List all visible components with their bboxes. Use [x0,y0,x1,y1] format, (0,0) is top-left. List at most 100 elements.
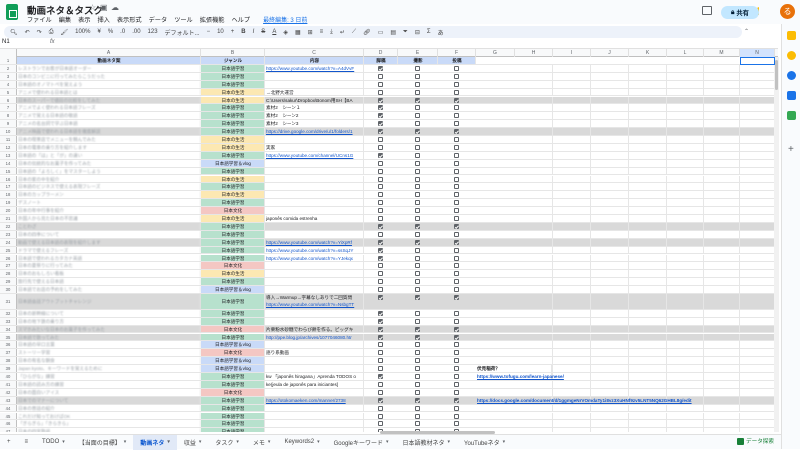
empty-cell[interactable] [629,175,667,183]
column-header-c[interactable]: C [265,49,364,57]
row-number[interactable]: 44 [0,404,17,412]
script-checkbox[interactable] [378,200,383,206]
row-number[interactable]: 3 [0,72,17,80]
video-idea-cell[interactable]: 「ひらがな」練習 [17,373,201,380]
video-idea-cell[interactable]: 日本の有名な朝食 [17,357,201,365]
video-idea-cell[interactable]: ストーリー学習 [17,349,201,357]
filming-checkbox[interactable] [415,421,420,427]
collapse-toolbar-icon[interactable]: ⌃ [744,28,749,35]
filming-checkbox[interactable] [415,97,420,103]
genre-cell[interactable]: 日本文化 [201,262,265,270]
content-cell[interactable] [265,262,364,270]
sheet-tab[interactable]: Keywords2 ▾ [277,435,326,450]
empty-cell[interactable] [629,357,667,365]
column-header-b[interactable]: B [201,49,265,57]
filming-checkbox[interactable] [415,231,420,237]
empty-cell[interactable] [591,404,629,412]
empty-cell[interactable] [704,238,740,246]
chevron-down-icon[interactable]: ▾ [236,439,239,445]
empty-cell[interactable] [667,72,704,80]
row-number[interactable]: 13 [0,151,17,159]
sheets-logo-icon[interactable] [6,4,18,20]
column-header-d[interactable]: D [364,49,398,57]
empty-cell[interactable] [667,88,704,96]
empty-cell[interactable] [515,175,553,183]
empty-cell[interactable] [629,104,667,112]
genre-cell[interactable]: 日本語学習 [201,333,265,341]
move-folder-icon[interactable]: ▣ [100,3,108,12]
video-idea-cell[interactable]: 日本の喫茶店でメニューを頼んでみた [17,136,201,143]
col-b-header[interactable]: ジャンル [201,57,265,64]
script-checkbox[interactable] [378,97,383,103]
genre-cell[interactable]: 日本語学習 [201,80,265,88]
row-number[interactable]: 47 [0,428,17,432]
chevron-down-icon[interactable]: ▾ [199,439,202,445]
posted-checkbox[interactable] [454,168,459,174]
script-checkbox[interactable] [378,413,383,419]
empty-cell[interactable] [515,309,553,317]
genre-cell[interactable]: 日本語学習 [201,428,265,432]
row-number[interactable]: 9 [0,120,17,128]
chevron-down-icon[interactable]: ▾ [386,439,389,445]
empty-cell[interactable] [591,199,629,207]
genre-cell[interactable]: 日本語学習 [201,151,265,159]
empty-cell[interactable] [667,286,704,293]
col-d-header[interactable]: 脚稿 [364,57,398,64]
number-format-select[interactable]: 123 [148,29,158,35]
filming-checkbox[interactable] [415,350,420,356]
filter-views-icon[interactable]: ⊟ [415,29,420,36]
genre-cell[interactable]: 日本の生活 [201,215,265,222]
filming-checkbox[interactable] [415,89,420,95]
script-checkbox[interactable] [378,216,383,221]
empty-cell[interactable] [629,380,667,388]
empty-cell[interactable] [515,380,553,388]
filming-checkbox[interactable] [415,144,420,150]
empty-cell[interactable] [667,230,704,238]
empty-cell[interactable] [553,278,591,286]
genre-cell[interactable]: 日本語学習 [201,64,265,72]
filming-checkbox[interactable] [415,279,420,285]
empty-cell[interactable] [553,380,591,388]
empty-cell[interactable] [553,72,591,80]
row-number[interactable]: 11 [0,136,17,143]
video-idea-cell[interactable]: 日本でのマナーについて [17,396,201,404]
empty-cell[interactable] [515,262,553,270]
chevron-down-icon[interactable]: ▾ [448,439,451,445]
filming-checkbox[interactable] [415,65,420,71]
video-idea-cell[interactable]: 日本のコンビニに行ってみたらこうだった [17,72,201,80]
empty-cell[interactable] [704,64,740,72]
filming-checkbox[interactable] [415,81,420,87]
content-cell[interactable] [265,412,364,420]
empty-cell[interactable] [553,333,591,341]
script-checkbox[interactable] [378,397,383,403]
row-number[interactable]: 31 [0,294,17,309]
video-idea-cell[interactable]: ドラマで使えるフレーズ [17,246,201,254]
empty-cell[interactable] [704,222,740,230]
posted-checkbox[interactable] [454,287,459,293]
menu-insert[interactable]: 挿入 [98,15,110,24]
insert-comment-icon[interactable]: ▭ [378,29,384,36]
empty-cell[interactable] [553,420,591,428]
empty-cell[interactable] [704,412,740,420]
row-number[interactable]: 29 [0,278,17,286]
posted-checkbox[interactable] [454,81,459,87]
menu-view[interactable]: 表示 [78,15,90,24]
script-checkbox[interactable] [378,105,383,111]
video-idea-cell[interactable]: これだけ知っておけばOK [17,412,201,420]
column-header-g[interactable]: G [476,49,515,57]
row-number[interactable]: 12 [0,143,17,151]
genre-cell[interactable]: 日本語学習 [201,404,265,412]
filming-checkbox[interactable] [415,247,420,253]
posted-checkbox[interactable] [454,73,459,79]
empty-cell[interactable] [591,96,629,104]
empty-cell[interactable] [667,207,704,214]
empty-cell[interactable] [515,420,553,428]
row-number[interactable]: 21 [0,215,17,222]
empty-cell[interactable] [629,349,667,357]
empty-cell[interactable] [515,151,553,159]
genre-cell[interactable]: 日本語学習 [201,183,265,191]
content-cell[interactable]: https://www.youtube.com/channel/UCns1G [265,151,364,159]
row-number[interactable]: 8 [0,112,17,120]
video-idea-cell[interactable]: 日本のカップラーメン [17,191,201,199]
video-idea-cell[interactable]: アニメの名台詞で学ぶ日本語 [17,120,201,128]
